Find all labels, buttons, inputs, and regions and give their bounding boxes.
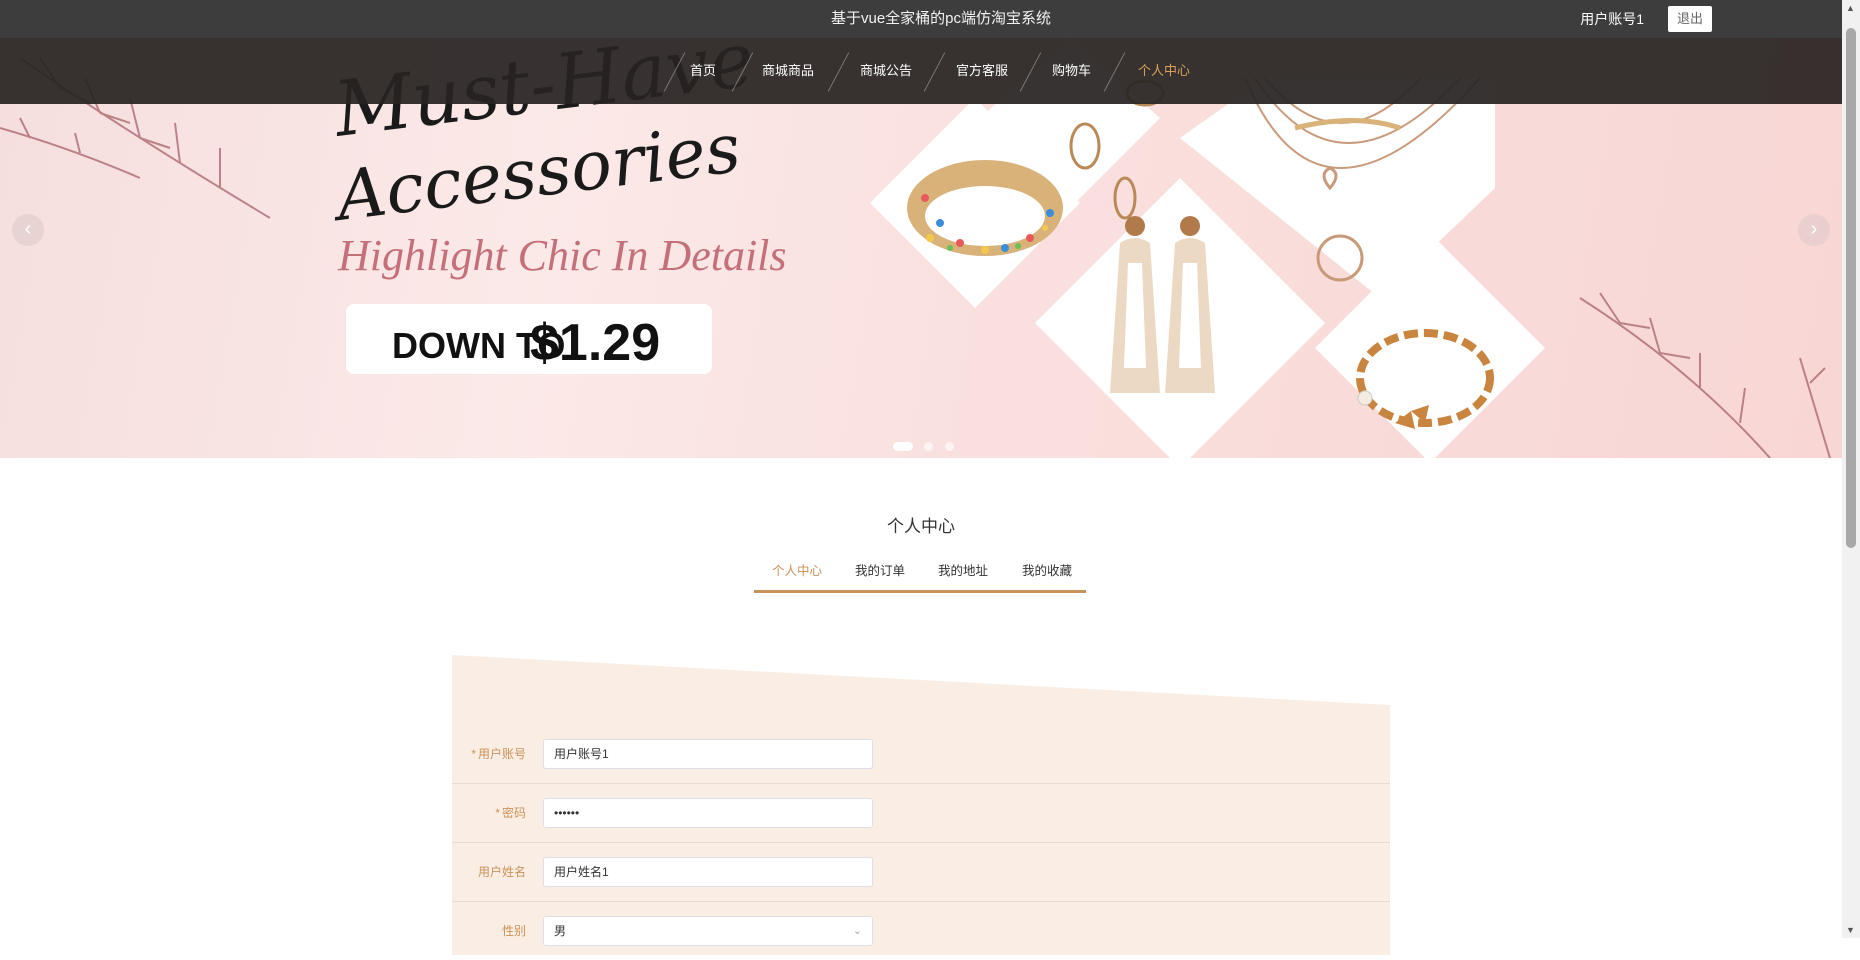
nav-divider xyxy=(731,52,754,92)
nav-divider xyxy=(923,52,946,92)
gender-label: 性别 xyxy=(501,924,526,938)
banner-subline: Highlight Chic In Details xyxy=(337,231,787,280)
form-row-password: * 密码 •••••• xyxy=(452,784,1390,843)
username-field[interactable]: 用户账号1 xyxy=(543,739,873,769)
banner-dot-2[interactable] xyxy=(924,442,934,452)
nav-divider xyxy=(827,52,850,92)
tab-my-orders[interactable]: 我的订单 xyxy=(855,556,905,586)
required-mark: * xyxy=(495,806,500,820)
nav-item-customer-service[interactable]: 官方客服 xyxy=(956,38,1008,104)
banner-next-arrow-icon[interactable]: › xyxy=(1798,214,1830,246)
nav-item-personal-center[interactable]: 个人中心 xyxy=(1138,38,1190,104)
tab-my-favorites[interactable]: 我的收藏 xyxy=(1022,556,1072,586)
nav-divider xyxy=(663,52,686,92)
form-row-username: * 用户账号 用户账号1 xyxy=(452,725,1390,784)
gender-select-value: 男 xyxy=(554,924,567,938)
banner-prev-arrow-icon[interactable]: ‹ xyxy=(12,214,44,246)
username-label: * 用户账号 xyxy=(452,725,526,783)
top-bar: 基于vue全家桶的pc端仿淘宝系统 用户账号1 退出 xyxy=(0,0,1842,38)
profile-form: * 用户账号 用户账号1 * 密码 •••••• 用户姓名 用户姓名1 性别 男 ⌄ xyxy=(452,655,1390,955)
fullname-label: 用户姓名 xyxy=(477,865,526,879)
nav-item-cart[interactable]: 购物车 xyxy=(1052,38,1091,104)
nav-item-home[interactable]: 首页 xyxy=(690,38,716,104)
nav-divider xyxy=(1103,52,1126,92)
username-label-text: 用户账号 xyxy=(477,747,526,761)
form-row-fullname: 用户姓名 用户姓名1 xyxy=(452,843,1390,902)
nav-divider xyxy=(1019,52,1042,92)
profile-tabs: 个人中心 我的订单 我的地址 我的收藏 xyxy=(754,556,1086,593)
headband-graphic xyxy=(907,160,1063,256)
fullname-field[interactable]: 用户姓名1 xyxy=(543,857,873,887)
required-mark: * xyxy=(471,747,476,761)
section-title: 个人中心 xyxy=(887,517,955,536)
scroll-down-icon[interactable]: ▼ xyxy=(1846,925,1855,935)
main-nav: 首页 商城商品 商城公告 官方客服 购物车 个人中心 xyxy=(0,38,1842,104)
tab-personal-center[interactable]: 个人中心 xyxy=(772,556,822,586)
branch-right-decoration xyxy=(1579,292,1831,458)
form-row-gender: 性别 男 ⌄ xyxy=(452,902,1390,960)
nav-item-announcements[interactable]: 商城公告 xyxy=(860,38,912,104)
banner-dot-1[interactable] xyxy=(893,442,913,452)
promo-price: $1.29 xyxy=(530,314,660,372)
password-label: * 密码 xyxy=(452,784,526,842)
gender-select[interactable]: 男 ⌄ xyxy=(543,916,873,946)
password-field[interactable]: •••••• xyxy=(543,798,873,828)
chevron-down-icon: ⌄ xyxy=(852,925,862,937)
page-scrollbar[interactable]: ▲ ▼ xyxy=(1842,0,1860,938)
logout-button[interactable]: 退出 xyxy=(1668,6,1712,32)
nav-item-products[interactable]: 商城商品 xyxy=(762,38,814,104)
banner-pagination xyxy=(893,438,961,456)
scroll-thumb[interactable] xyxy=(1846,28,1856,548)
current-username: 用户账号1 xyxy=(1580,11,1644,27)
banner-dot-3[interactable] xyxy=(944,442,954,452)
password-label-text: 密码 xyxy=(501,806,526,820)
tab-my-addresses[interactable]: 我的地址 xyxy=(938,556,988,586)
